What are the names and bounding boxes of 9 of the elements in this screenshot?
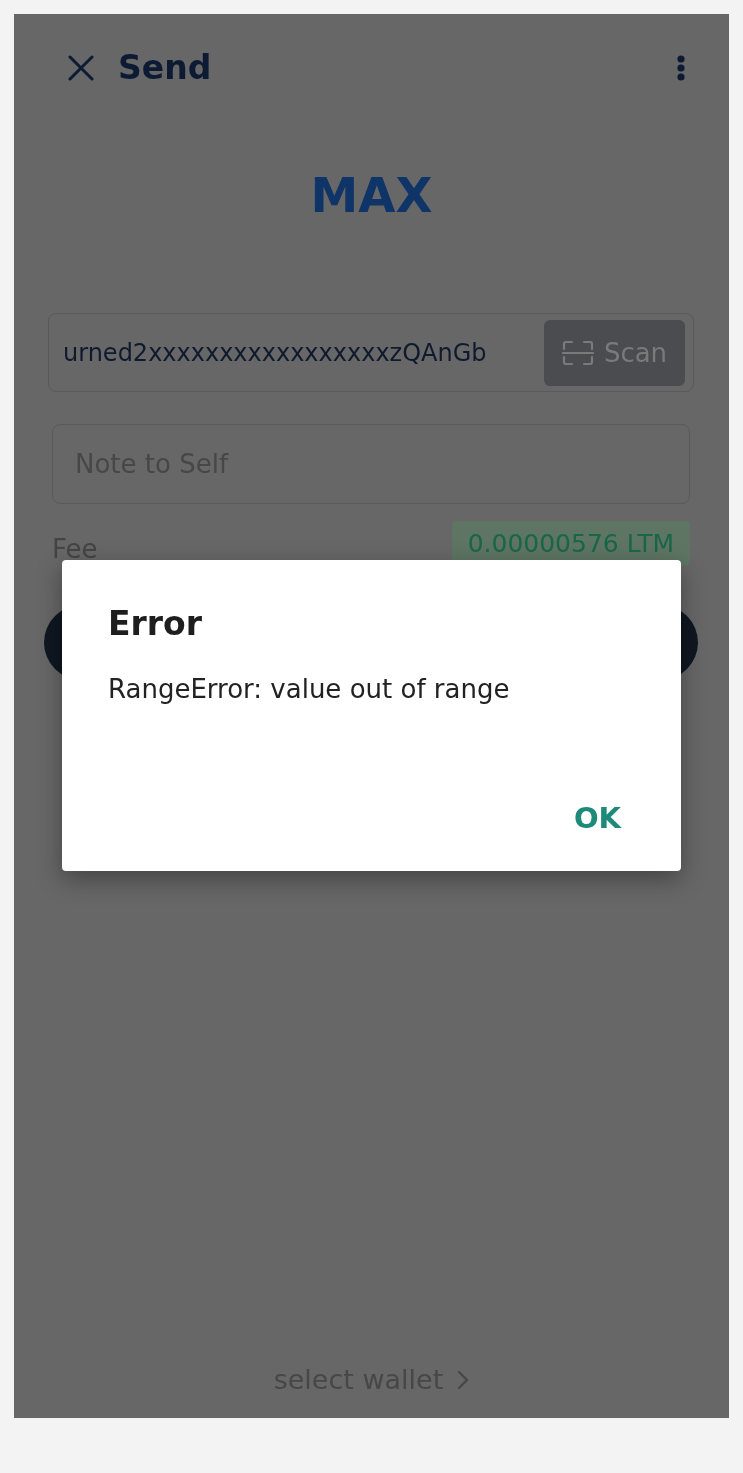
ok-button[interactable]: OK: [559, 795, 635, 841]
screen-title: Send: [118, 48, 212, 88]
more-icon[interactable]: [677, 55, 685, 81]
close-icon[interactable]: [68, 55, 94, 81]
dialog-title: Error: [108, 604, 203, 644]
chevron-icon[interactable]: [457, 1370, 470, 1390]
scan-icon: [561, 339, 594, 366]
dialog-message: RangeError: value out of range: [108, 673, 510, 706]
asset-name: MAX: [310, 166, 433, 225]
